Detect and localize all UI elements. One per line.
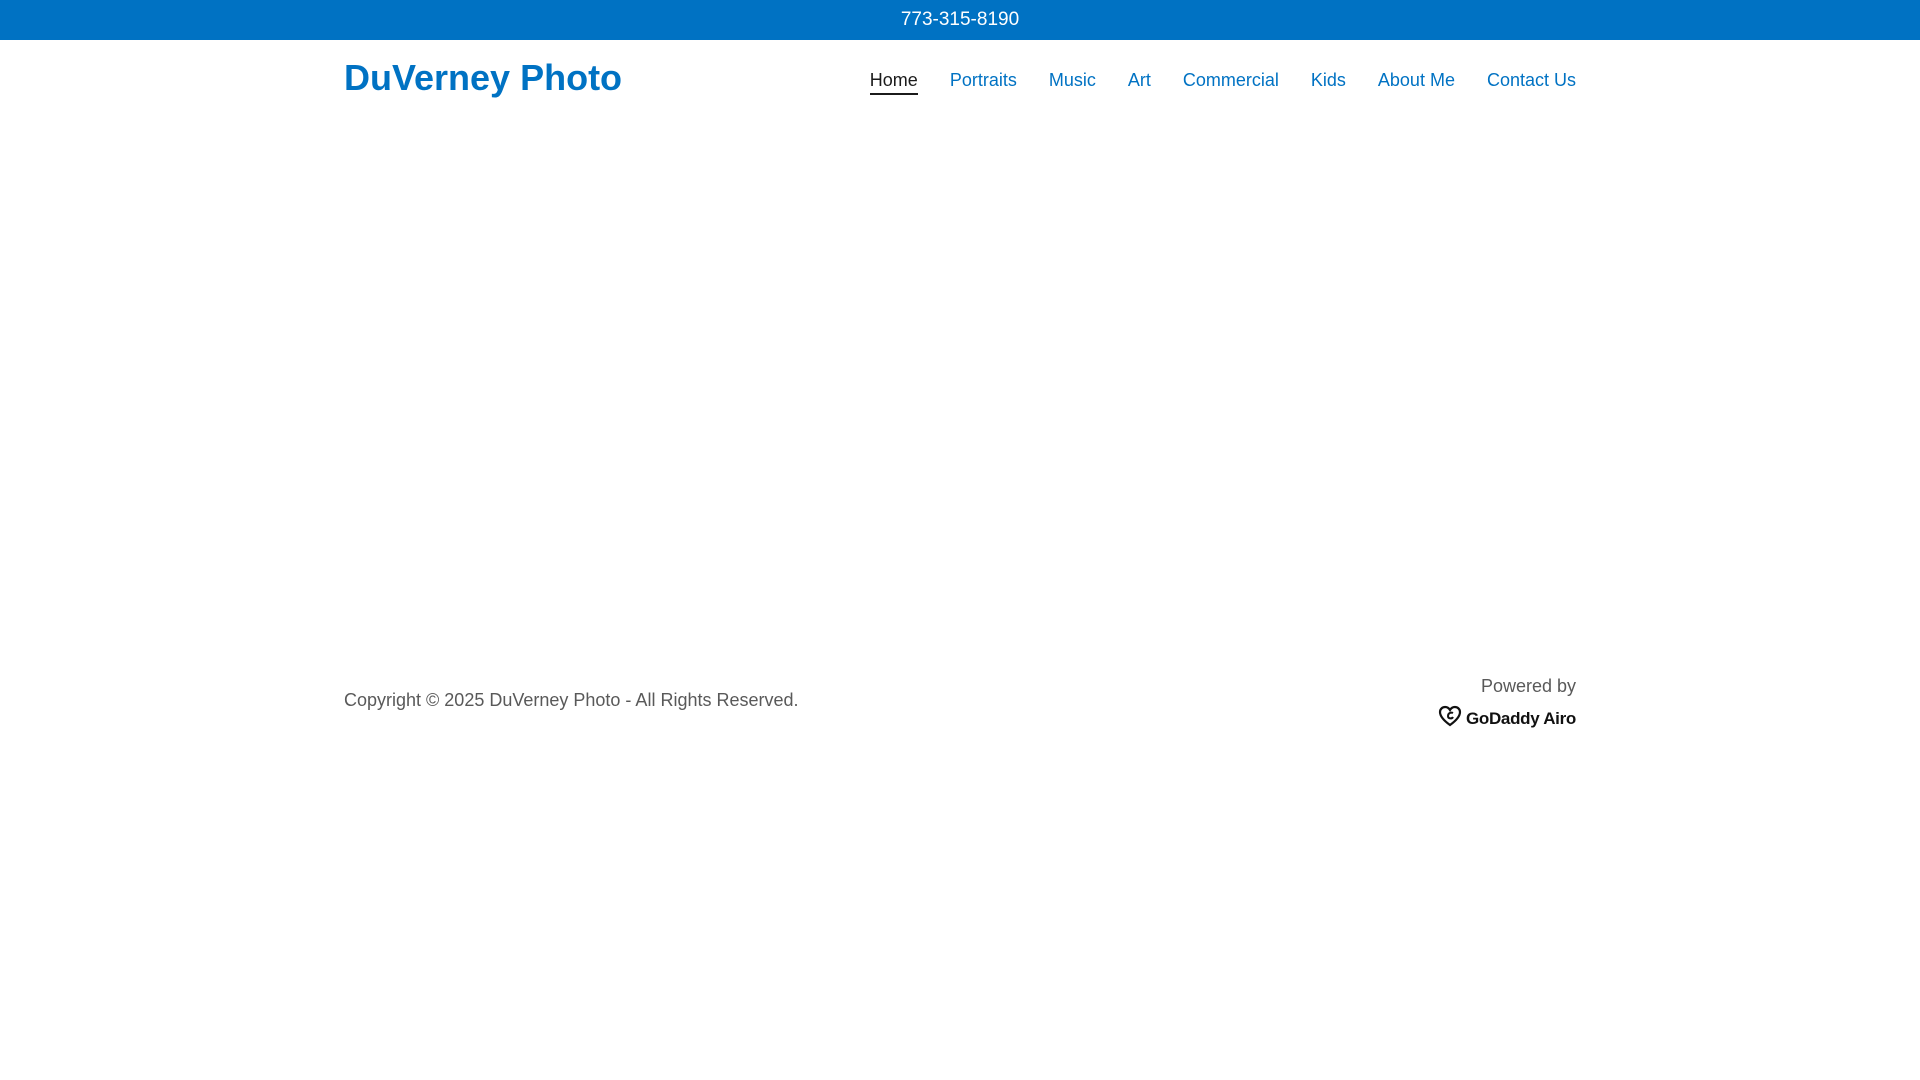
announcement-bar: 773-315-8190 <box>0 0 1920 40</box>
copyright-text: Copyright © 2025 DuVerney Photo - All Ri… <box>344 690 799 710</box>
nav-contact-us[interactable]: Contact Us <box>1487 69 1576 95</box>
nav-home[interactable]: Home <box>869 69 918 95</box>
site-footer: Copyright © 2025 DuVerney Photo - All Ri… <box>344 665 1576 745</box>
godaddy-airo-logo[interactable]: GoDaddy Airo <box>1438 705 1576 732</box>
godaddy-heart-icon <box>1438 705 1462 732</box>
godaddy-airo-text: GoDaddy Airo <box>1465 708 1576 728</box>
nav-about-me[interactable]: About Me <box>1378 69 1455 95</box>
nav-art[interactable]: Art <box>1128 69 1151 95</box>
phone-link[interactable]: 773-315-8190 <box>901 9 1019 31</box>
nav-music[interactable]: Music <box>1049 69 1096 95</box>
nav-portraits[interactable]: Portraits <box>950 69 1017 95</box>
main-nav: Home Portraits Music Art Commercial Kids… <box>869 69 1576 95</box>
site-header: DuVerney Photo Home Portraits Music Art … <box>344 40 1576 116</box>
powered-by: Powered by GoDaddy Airo <box>1438 676 1576 732</box>
powered-by-label: Powered by <box>1480 676 1576 696</box>
nav-kids[interactable]: Kids <box>1311 69 1346 95</box>
nav-commercial[interactable]: Commercial <box>1183 69 1279 95</box>
site-logo-title[interactable]: DuVerney Photo <box>344 57 622 99</box>
